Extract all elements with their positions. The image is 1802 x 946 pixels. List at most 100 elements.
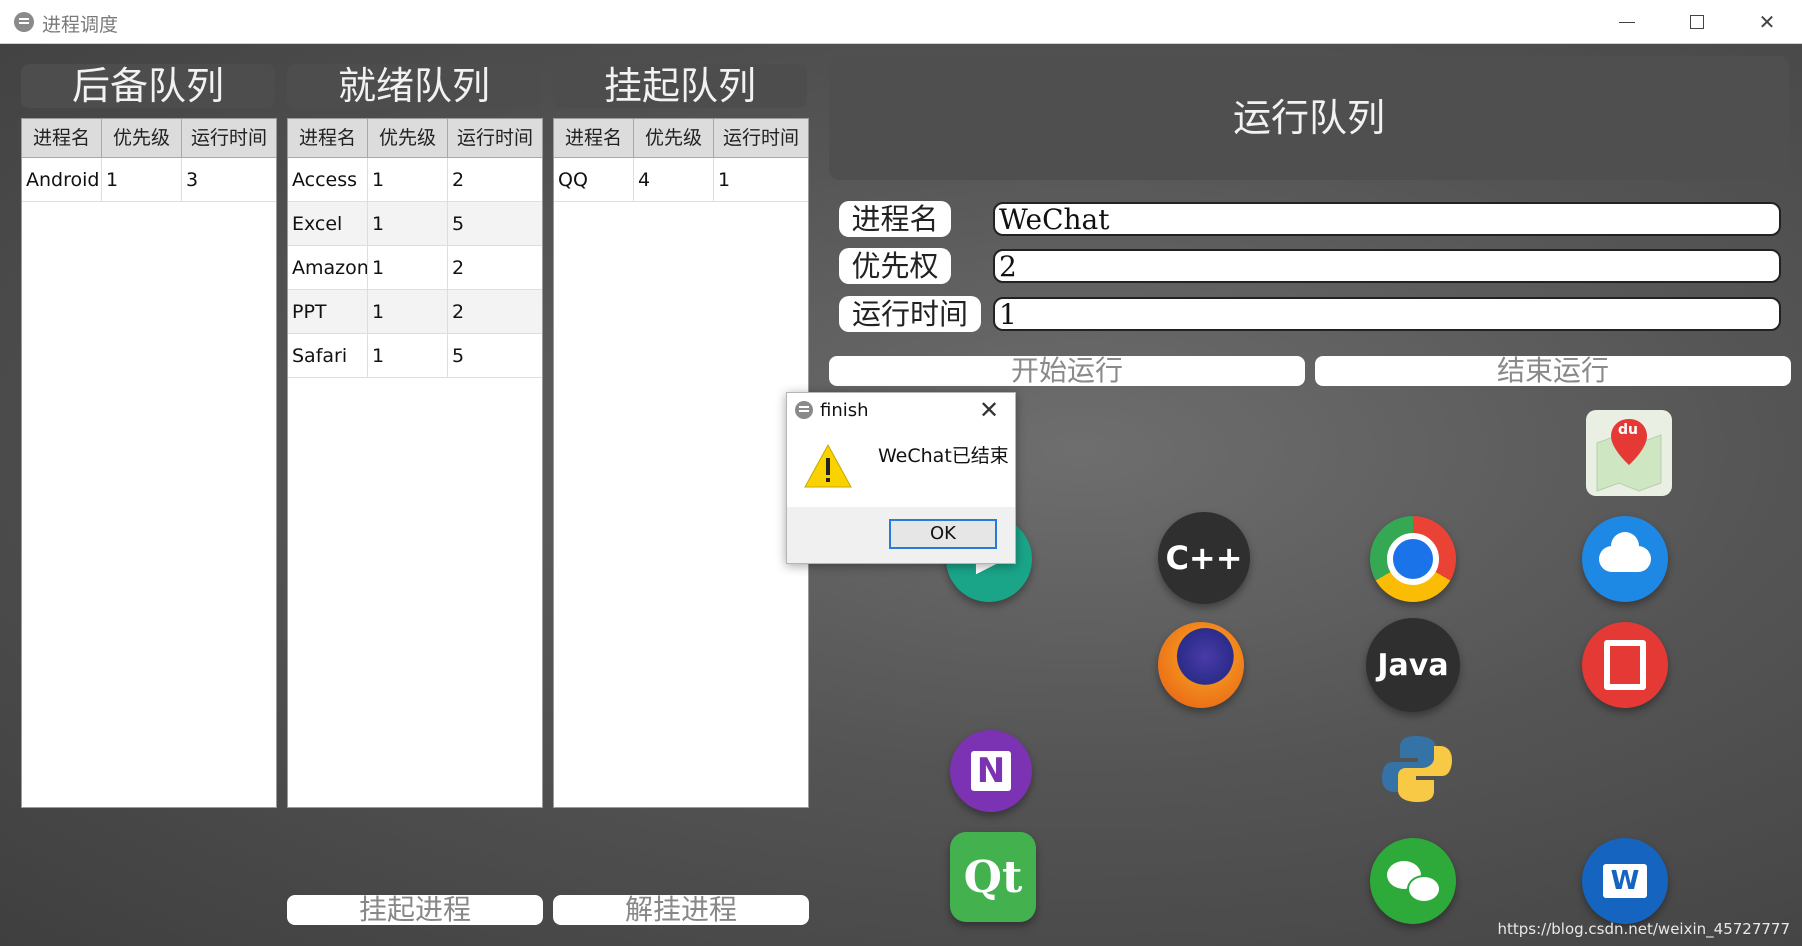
run-time-field[interactable]: [993, 297, 1781, 331]
finish-dialog[interactable]: finish ✕ WeChat已结束 OK: [786, 392, 1016, 564]
word-icon[interactable]: W: [1582, 838, 1668, 924]
dialog-body: WeChat已结束: [787, 429, 1015, 507]
resume-process-button[interactable]: 解挂进程: [553, 895, 809, 925]
table-cell: 1: [368, 202, 448, 245]
ready-queue-table[interactable]: 进程名 优先级 运行时间 Access 1 2 Excel 1 5 Amazon…: [287, 118, 543, 808]
table-cell: 1: [368, 290, 448, 333]
priority-label: 优先权: [839, 248, 951, 284]
chrome-icon[interactable]: [1370, 516, 1456, 602]
close-icon: ✕: [1758, 10, 1776, 34]
table-row[interactable]: Safari 1 5: [288, 334, 542, 378]
table-cell: Access: [288, 158, 368, 201]
table-header: 进程名 优先级 运行时间: [288, 119, 542, 158]
wechat-icon[interactable]: [1370, 838, 1456, 924]
table-cell: PPT: [288, 290, 368, 333]
table-cell: 2: [452, 169, 465, 191]
cloud-icon[interactable]: [1582, 516, 1668, 602]
end-run-button[interactable]: 结束运行: [1315, 356, 1791, 386]
running-queue-title: 运行队列: [829, 56, 1789, 180]
table-row[interactable]: QQ 4 1: [554, 158, 808, 202]
column-header[interactable]: 运行时间: [448, 119, 542, 157]
suspended-queue-title: 挂起队列: [553, 64, 807, 108]
chrome-center-icon: [1387, 533, 1439, 585]
cpp-label: C++: [1165, 539, 1243, 577]
run-time-label: 运行时间: [839, 296, 981, 332]
table-cell: 2: [452, 301, 465, 323]
java-icon[interactable]: Java: [1366, 618, 1460, 712]
dialog-titlebar: finish ✕: [787, 393, 1015, 429]
table-cell: 1: [368, 246, 448, 289]
suspended-queue-table[interactable]: 进程名 优先级 运行时间 QQ 4 1: [553, 118, 809, 808]
table-cell: Excel: [288, 202, 368, 245]
dialog-footer: OK: [787, 507, 1015, 563]
table-row[interactable]: Access 1 2: [288, 158, 542, 202]
dialog-title: finish: [820, 400, 869, 421]
column-header[interactable]: 运行时间: [714, 119, 808, 157]
window-titlebar: 进程调度 ✕: [0, 0, 1802, 44]
table-cell: 3: [186, 169, 199, 191]
window-title: 进程调度: [42, 14, 119, 36]
suspend-process-button[interactable]: 挂起进程: [287, 895, 543, 925]
word-label: W: [1602, 864, 1648, 898]
cpp-icon[interactable]: C++: [1158, 512, 1250, 604]
watermark: https://blog.csdn.net/weixin_45727777: [1497, 920, 1790, 938]
table-cell: Safari: [288, 334, 368, 377]
wechat-bubbles-icon: [1387, 861, 1441, 903]
column-header[interactable]: 进程名: [22, 119, 102, 157]
app-logo-icon: [14, 12, 34, 32]
maximize-icon: [1690, 15, 1704, 29]
table-row[interactable]: Android 1 3: [22, 158, 276, 202]
close-button[interactable]: ✕: [1732, 0, 1802, 44]
qt-icon[interactable]: Qt: [950, 832, 1036, 922]
table-cell: 1: [718, 169, 731, 191]
ready-queue-title: 就绪队列: [287, 64, 541, 108]
process-name-field[interactable]: [993, 202, 1781, 236]
table-cell: 4: [634, 158, 714, 201]
table-cell: 1: [102, 158, 182, 201]
onenote-label: N: [970, 751, 1012, 791]
dialog-close-button[interactable]: ✕: [979, 396, 999, 424]
table-header: 进程名 优先级 运行时间: [554, 119, 808, 158]
table-row[interactable]: Amazon 1 2: [288, 246, 542, 290]
table-cell: 1: [368, 334, 448, 377]
table-cell: 1: [368, 158, 448, 201]
column-header[interactable]: 进程名: [554, 119, 634, 157]
table-row[interactable]: PPT 1 2: [288, 290, 542, 334]
table-row[interactable]: Excel 1 5: [288, 202, 542, 246]
column-header[interactable]: 优先级: [368, 119, 448, 157]
column-header[interactable]: 运行时间: [182, 119, 276, 157]
table-header: 进程名 优先级 运行时间: [22, 119, 276, 158]
office-shape-icon: [1604, 640, 1646, 690]
baidu-map-label: du: [1618, 422, 1638, 438]
column-header[interactable]: 优先级: [102, 119, 182, 157]
table-cell: QQ: [554, 158, 634, 201]
process-name-label: 进程名: [839, 201, 951, 237]
minimize-button[interactable]: [1592, 0, 1662, 44]
office-icon[interactable]: [1582, 622, 1668, 708]
baidu-map-icon[interactable]: du: [1586, 410, 1672, 496]
priority-field[interactable]: [993, 249, 1781, 283]
table-cell: Amazon: [288, 246, 368, 289]
python-icon[interactable]: [1378, 730, 1456, 808]
dialog-message: WeChat已结束: [878, 445, 1009, 467]
table-cell: Android: [22, 158, 102, 201]
backup-queue-table[interactable]: 进程名 优先级 运行时间 Android 1 3: [21, 118, 277, 808]
dialog-app-icon: [795, 401, 813, 419]
table-cell: 5: [452, 345, 465, 367]
close-icon: ✕: [979, 396, 1000, 424]
table-cell: 5: [452, 213, 465, 235]
firefox-icon[interactable]: [1158, 622, 1244, 708]
java-label: Java: [1377, 647, 1449, 683]
minimize-icon: [1619, 21, 1635, 23]
qt-label: Qt: [963, 851, 1023, 903]
column-header[interactable]: 优先级: [634, 119, 714, 157]
column-header[interactable]: 进程名: [288, 119, 368, 157]
ok-button[interactable]: OK: [889, 519, 997, 549]
onenote-icon[interactable]: N: [950, 730, 1032, 812]
python-logo-graphic: [1382, 736, 1452, 802]
start-run-button[interactable]: 开始运行: [829, 356, 1305, 386]
cloud-shape-icon: [1599, 532, 1651, 572]
backup-queue-title: 后备队列: [21, 64, 275, 108]
maximize-button[interactable]: [1662, 0, 1732, 44]
warning-icon: [804, 443, 852, 488]
